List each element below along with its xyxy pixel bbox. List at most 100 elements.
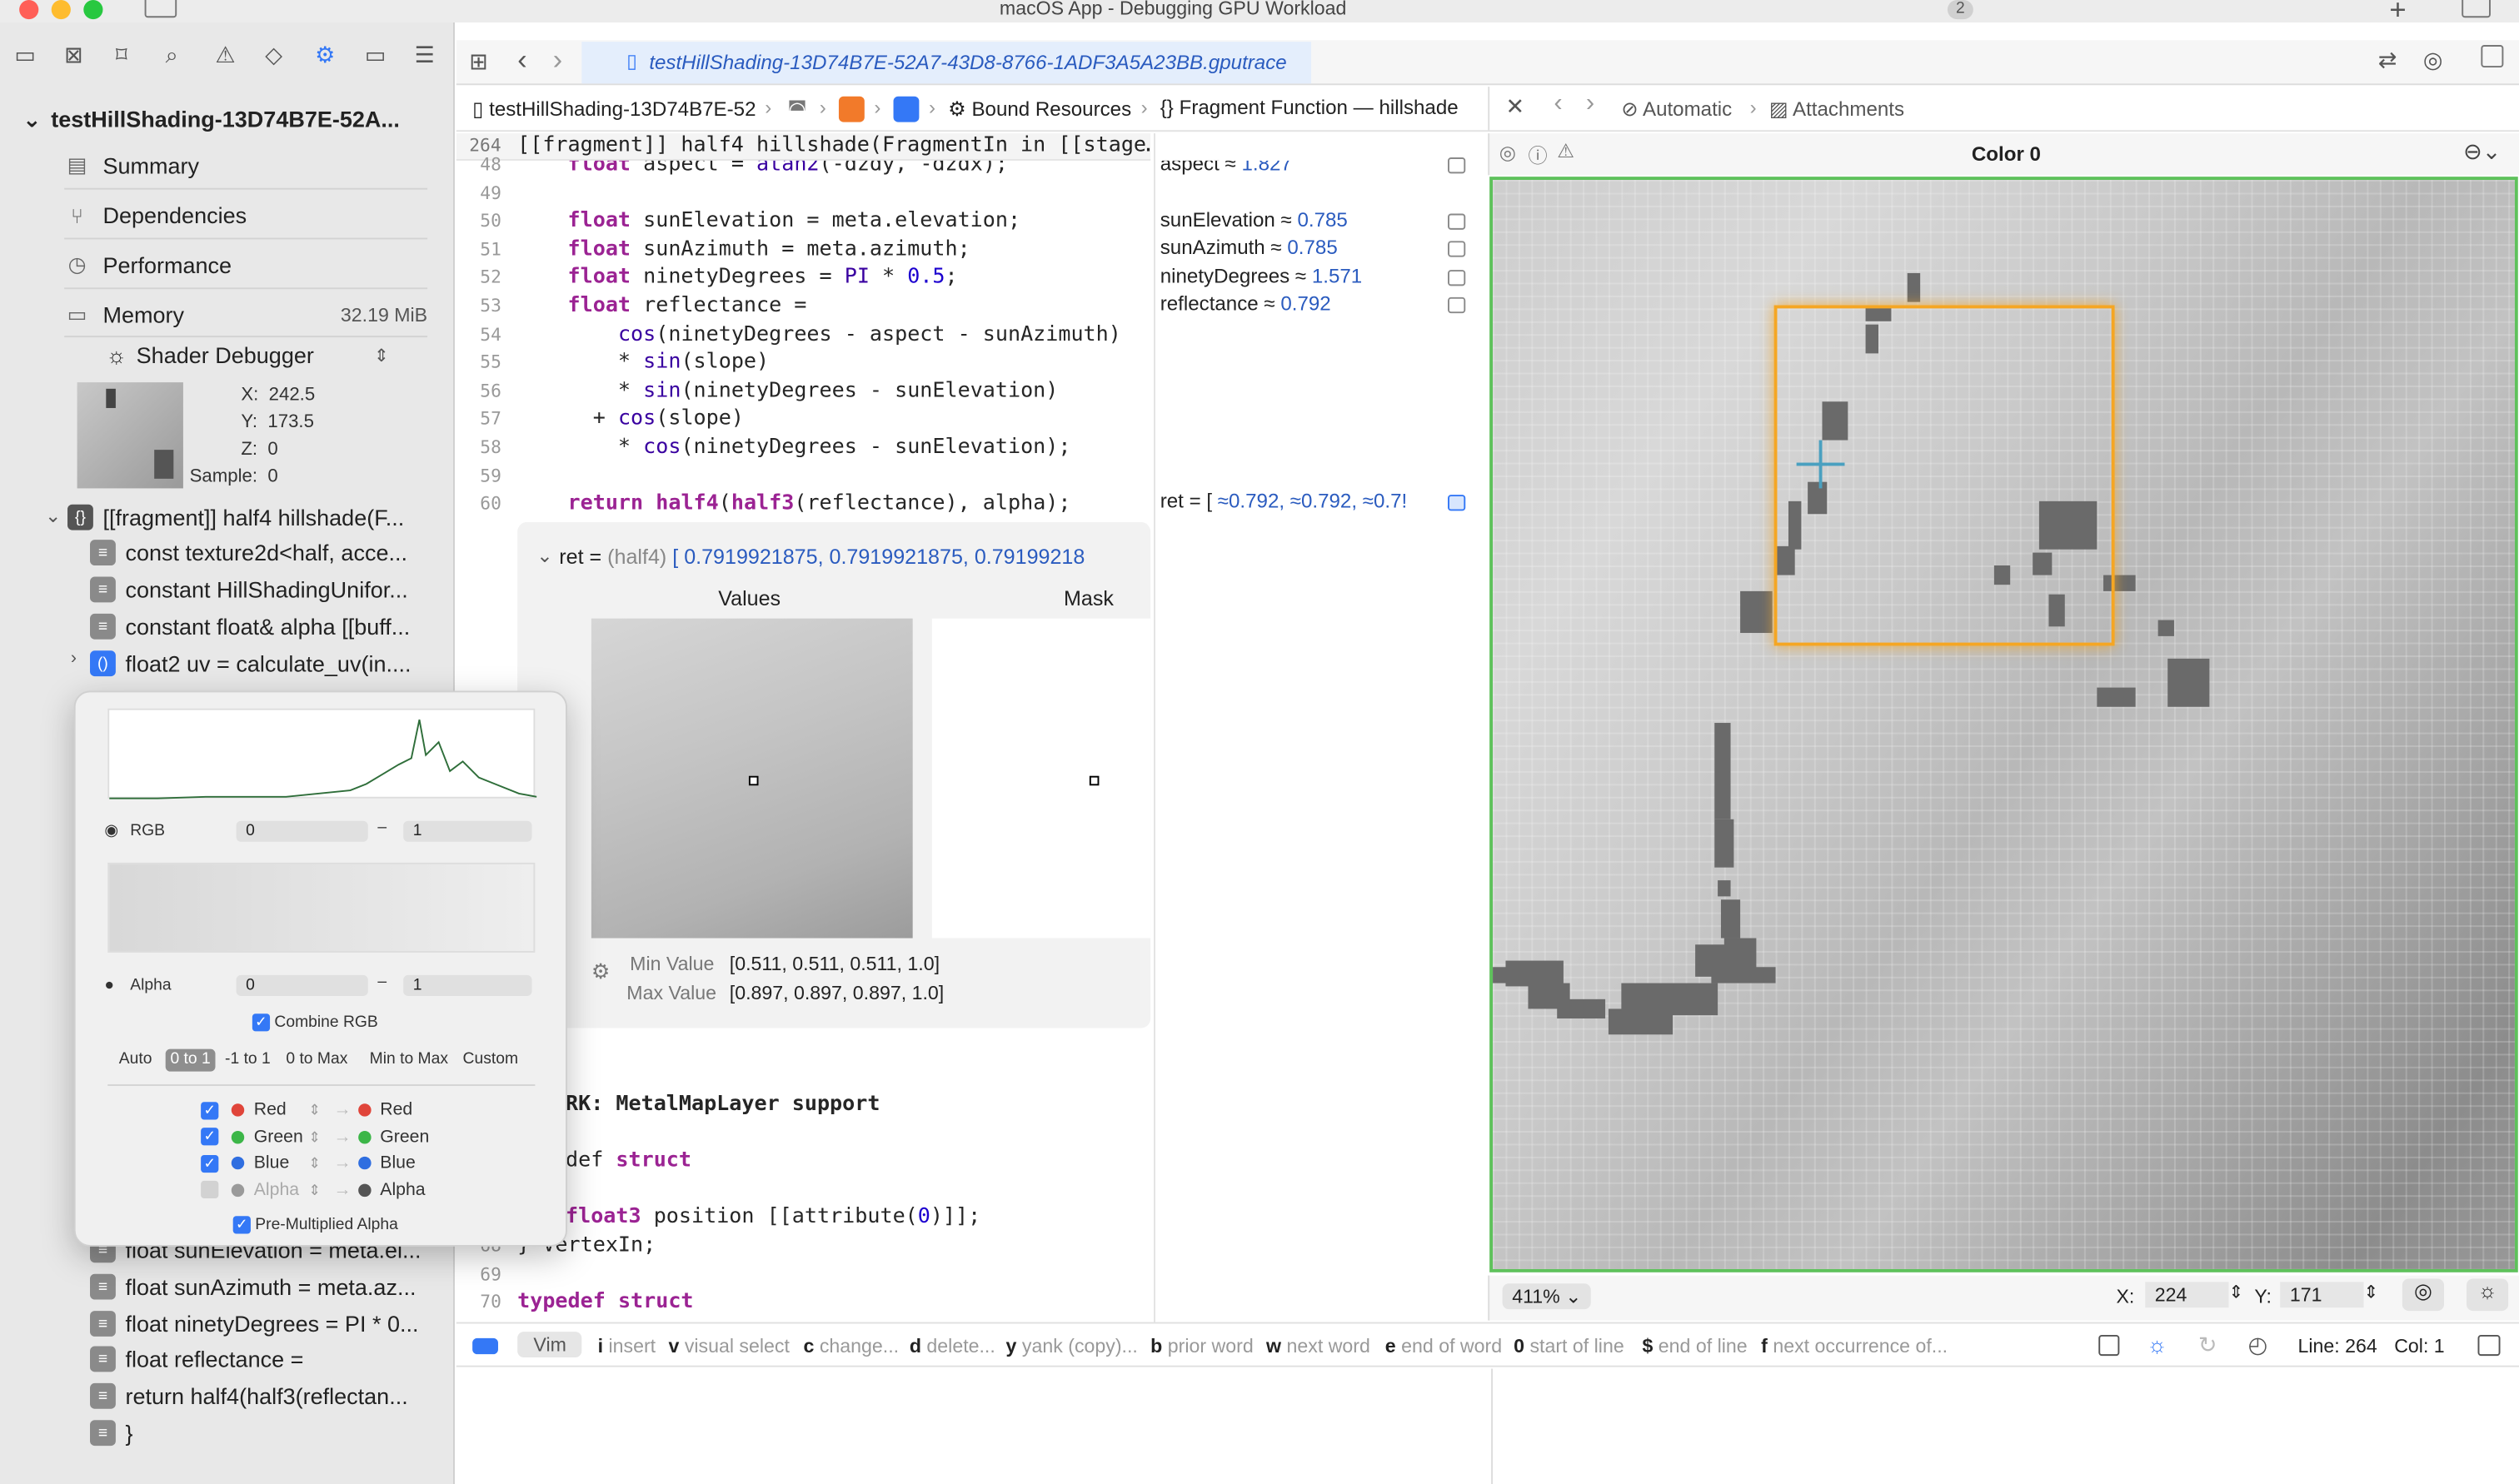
report-icon[interactable]: ☰ bbox=[415, 42, 435, 69]
tree-item[interactable]: () float2 uv = calculate_uv(in.... bbox=[90, 647, 411, 680]
code-line[interactable]: * sin(slope) bbox=[517, 351, 769, 375]
y-coordinate-field[interactable]: 171 bbox=[2280, 1282, 2364, 1308]
source-control-icon[interactable]: ⊠ bbox=[64, 42, 83, 69]
back-chevron-icon[interactable]: ‹ bbox=[517, 43, 527, 77]
channel-mapping-row[interactable]: Alpha ⇕ → Alpha bbox=[201, 1180, 426, 1199]
warning-icon[interactable]: ⚠ bbox=[215, 42, 235, 69]
forward-chevron-icon[interactable]: › bbox=[553, 43, 563, 77]
range-option[interactable]: Auto bbox=[114, 1049, 157, 1072]
trace-root[interactable]: ⌄ testHillShading-13D74B7E-52A... bbox=[22, 106, 400, 133]
back-chevron-icon[interactable]: ‹ bbox=[1554, 90, 1562, 119]
render-pass-icon[interactable] bbox=[838, 96, 865, 122]
x-stepper[interactable]: ⇕ bbox=[2229, 1282, 2244, 1302]
channel-mapping-row[interactable]: ✓ Blue ⇕ → Blue bbox=[201, 1153, 416, 1173]
info-icon[interactable]: ⓘ bbox=[1528, 142, 1547, 169]
alpha-min-field[interactable]: 0 bbox=[236, 974, 368, 996]
pixel-picker-icon[interactable]: ◎ bbox=[1499, 142, 1516, 164]
disclosure-chevron-icon[interactable]: ⌄ bbox=[22, 106, 42, 133]
selection-rect[interactable] bbox=[1773, 305, 2115, 646]
sticky-function-header[interactable]: 264 [[fragment]] half4 hillshade(Fragmen… bbox=[456, 133, 1151, 161]
encoder-icon[interactable]: ◚ bbox=[787, 97, 806, 121]
folder-icon[interactable]: ▭ bbox=[14, 42, 36, 69]
issue-badge[interactable]: 2 bbox=[1947, 0, 1973, 20]
close-icon[interactable]: ✕ bbox=[1505, 93, 1524, 121]
code-line[interactable]: float sunAzimuth = meta.azimuth; bbox=[517, 237, 970, 261]
search-icon[interactable]: ⌕ bbox=[166, 42, 178, 69]
value-annotation[interactable]: sunAzimuth ≈ 0.785 bbox=[1160, 237, 1338, 259]
sidebar-item-dependencies[interactable]: ⑂ Dependencies bbox=[64, 197, 247, 232]
show-value-button[interactable] bbox=[1448, 213, 1466, 230]
rgb-min-field[interactable]: 0 bbox=[236, 820, 368, 842]
rgb-max-field[interactable]: 1 bbox=[403, 820, 532, 842]
tree-item[interactable]: ≡ return half4(half3(reflectan... bbox=[90, 1380, 408, 1412]
gear-icon[interactable]: ⚙ bbox=[591, 959, 610, 985]
updown-chevron-icon[interactable]: ⇕ bbox=[308, 1102, 321, 1118]
range-option[interactable]: 0 to 1 bbox=[165, 1048, 216, 1072]
refresh-icon[interactable]: ↻ bbox=[2198, 1332, 2217, 1359]
code-line[interactable]: * sin(ninetyDegrees - sunElevation) bbox=[517, 379, 1058, 403]
code-line[interactable]: def struct bbox=[566, 1148, 691, 1173]
sidebar-item-performance[interactable]: ◷ Performance bbox=[64, 247, 232, 282]
updown-chevron-icon[interactable]: ⇕ bbox=[308, 1155, 321, 1171]
range-option[interactable]: -1 to 1 bbox=[220, 1049, 275, 1072]
alpha-max-field[interactable]: 1 bbox=[403, 974, 532, 996]
disclosure-chevron-icon[interactable]: › bbox=[71, 649, 77, 668]
code-line[interactable]: + cos(slope) bbox=[517, 407, 744, 431]
warning-icon[interactable]: ⚠ bbox=[1557, 140, 1574, 162]
x-coordinate-field[interactable]: 224 bbox=[2145, 1282, 2229, 1308]
debug-icon[interactable]: ⚙ bbox=[315, 42, 335, 69]
attachment-image-view[interactable] bbox=[1489, 177, 2518, 1272]
panel-toggle-icon[interactable] bbox=[2477, 1334, 2501, 1357]
sidebar-item-summary[interactable]: ▤ Summary bbox=[64, 147, 199, 182]
breadcrumb-automatic[interactable]: ⊘ Automatic bbox=[1621, 97, 1732, 121]
mask-image[interactable] bbox=[931, 618, 1151, 939]
range-option[interactable]: 0 to Max bbox=[282, 1049, 353, 1072]
disclosure-chevron-icon[interactable]: ⌄ bbox=[536, 545, 552, 567]
checkbox-icon[interactable]: ✓ bbox=[201, 1128, 219, 1146]
checkbox-icon[interactable] bbox=[201, 1180, 219, 1199]
inspector-toggle-icon[interactable] bbox=[2462, 0, 2491, 18]
tree-item[interactable]: ≡ const texture2d<half, acce... bbox=[90, 536, 407, 569]
combine-rgb-checkbox[interactable]: ✓ Combine RGB bbox=[252, 1013, 378, 1032]
shader-debugger-item[interactable]: ☼ Shader Debugger ⇕ bbox=[106, 342, 389, 368]
code-line[interactable]: return half4(half3(reflectance), alpha); bbox=[517, 492, 1071, 516]
tree-item[interactable]: ≡ float sunAzimuth = meta.az... bbox=[90, 1271, 416, 1303]
range-option[interactable]: Min to Max bbox=[365, 1049, 453, 1072]
show-value-button[interactable] bbox=[1448, 495, 1466, 511]
value-annotation[interactable]: sunElevation ≈ 0.785 bbox=[1160, 209, 1348, 232]
disclosure-chevron-icon[interactable]: ⌄ bbox=[45, 505, 61, 527]
bug-icon[interactable]: ☼ bbox=[2467, 1278, 2509, 1312]
show-value-button[interactable] bbox=[1448, 270, 1466, 286]
show-value-button[interactable] bbox=[1448, 241, 1466, 257]
more-options-icon[interactable]: ⊖⌄ bbox=[2463, 138, 2501, 166]
grid-icon[interactable]: ⊞ bbox=[469, 48, 488, 76]
close-window-button[interactable] bbox=[19, 0, 39, 20]
pipeline-icon[interactable] bbox=[893, 96, 920, 122]
sidebar-toggle-icon[interactable] bbox=[144, 0, 177, 18]
target-icon[interactable]: ◎ bbox=[2402, 1278, 2445, 1312]
values-image[interactable] bbox=[591, 618, 913, 939]
add-icon[interactable]: + bbox=[2389, 0, 2406, 27]
tree-item[interactable]: ≡} bbox=[90, 1417, 133, 1449]
zoom-level-menu[interactable]: 411% ⌄ bbox=[1502, 1283, 1592, 1310]
value-annotation[interactable]: ninetyDegrees ≈ 1.571 bbox=[1160, 265, 1362, 287]
code-line[interactable]: float reflectance = bbox=[517, 294, 807, 318]
breakpoint-icon[interactable]: ▭ bbox=[365, 42, 387, 69]
breadcrumb-bound-resources[interactable]: ⚙ Bound Resources bbox=[948, 97, 1131, 121]
split-editor-icon[interactable] bbox=[2481, 45, 2504, 68]
show-value-button[interactable] bbox=[1448, 157, 1466, 174]
updown-chevron-icon[interactable]: ⇕ bbox=[308, 1182, 321, 1198]
channel-mapping-row[interactable]: ✓ Red ⇕ → Red bbox=[201, 1100, 412, 1120]
code-line[interactable]: typedef struct bbox=[517, 1290, 693, 1314]
forward-chevron-icon[interactable]: › bbox=[1586, 90, 1594, 119]
tree-item[interactable]: ≡ constant float& alpha [[buff... bbox=[90, 610, 410, 643]
tree-item[interactable]: ≡ constant HillShadingUnifor... bbox=[90, 574, 408, 606]
code-line[interactable]: float ninetyDegrees = PI * 0.5; bbox=[517, 266, 958, 290]
tree-item-fragment[interactable]: {} [[fragment]] half4 hillshade(F... bbox=[67, 501, 404, 534]
alpha-histogram[interactable] bbox=[107, 862, 536, 953]
tab-gputrace[interactable]: ▯ testHillShading-13D74B7E-52A7-43D8-876… bbox=[581, 42, 1312, 84]
premultiplied-alpha-checkbox[interactable]: ✓ Pre-Multiplied Alpha bbox=[232, 1216, 398, 1234]
y-stepper[interactable]: ⇕ bbox=[2364, 1282, 2379, 1302]
show-value-button[interactable] bbox=[1448, 296, 1466, 314]
tree-item[interactable]: ≡ float reflectance = bbox=[90, 1343, 303, 1376]
